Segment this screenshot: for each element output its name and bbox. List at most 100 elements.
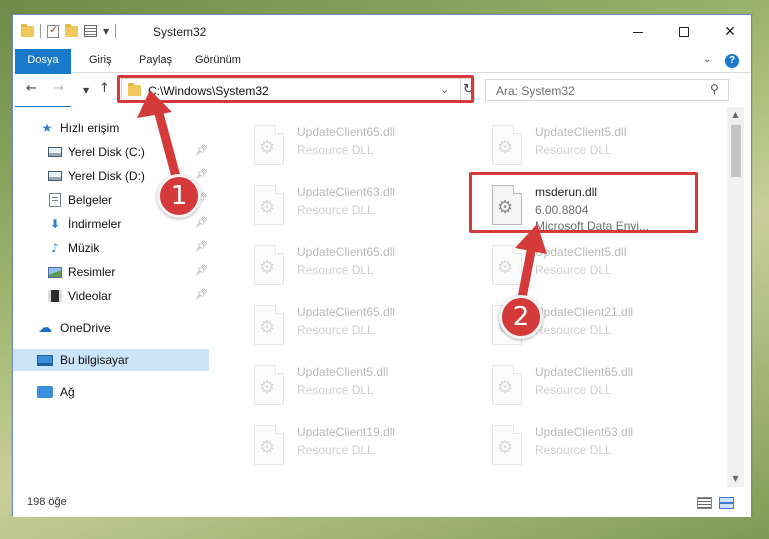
sidebar-item-label: Müzik — [68, 241, 100, 255]
file-item[interactable]: ⚙ UpdateClient65.dll Resource DLL — [473, 361, 703, 419]
customize-toolbar-icon[interactable]: ▼ — [103, 27, 109, 36]
file-type: Resource DLL — [535, 143, 612, 157]
file-list: ⚙ UpdateClient65.dll Resource DLL ⚙ Upda… — [221, 107, 727, 487]
back-arrow-icon[interactable]: ← — [26, 81, 37, 96]
pin-icon[interactable]: 📌︎ — [195, 289, 208, 300]
sidebar-item-videos[interactable]: Videolar 📌︎ — [13, 285, 209, 307]
dll-file-icon: ⚙ — [490, 245, 524, 289]
properties-icon[interactable] — [84, 25, 97, 37]
scroll-up-icon[interactable]: ▲ — [727, 107, 744, 123]
dll-file-icon: ⚙ — [490, 425, 524, 469]
dll-file-icon: ⚙ — [490, 125, 524, 169]
disk-icon — [47, 144, 63, 160]
file-name: UpdateClient21.dll — [535, 305, 634, 319]
minimize-icon — [633, 31, 643, 33]
pin-icon[interactable]: 📌︎ — [195, 217, 208, 228]
file-type: Resource DLL — [297, 203, 374, 217]
item-count: 198 öğe — [27, 496, 67, 508]
file-item[interactable]: ⚙ UpdateClient5.dll Resource DLL — [473, 121, 703, 179]
search-input[interactable]: Ara: System32 — [496, 84, 575, 98]
help-icon[interactable]: ? — [725, 54, 739, 68]
pin-icon[interactable]: 📌︎ — [195, 265, 208, 276]
dll-file-icon: ⚙ — [252, 125, 286, 169]
sidebar-item-label: Resimler — [68, 265, 116, 279]
tab-home[interactable]: Giriş — [77, 49, 124, 72]
pin-icon[interactable]: 📌︎ — [195, 145, 208, 156]
search-box[interactable]: Ara: System32 ⚲ — [485, 79, 729, 101]
pin-icon[interactable]: 📌︎ — [195, 241, 208, 252]
file-type: Resource DLL — [297, 323, 374, 337]
picture-icon — [47, 264, 63, 280]
file-item[interactable]: ⚙ UpdateClient65.dll Resource DLL — [235, 241, 465, 299]
tab-share[interactable]: Paylaş — [127, 49, 184, 72]
search-icon[interactable]: ⚲ — [710, 82, 719, 96]
file-highlight — [469, 172, 698, 233]
file-name: UpdateClient5.dll — [297, 365, 389, 379]
minimize-button[interactable] — [615, 15, 661, 49]
file-name: UpdateClient65.dll — [297, 125, 396, 139]
folder-icon — [21, 23, 34, 37]
document-icon — [47, 192, 63, 208]
star-icon: ★ — [41, 121, 53, 135]
scrollbar-thumb[interactable] — [731, 125, 741, 177]
video-icon — [47, 288, 63, 304]
file-type: Resource DLL — [535, 323, 612, 337]
file-name: UpdateClient65.dll — [535, 365, 634, 379]
sidebar-item-local-disk-c[interactable]: Yerel Disk (C:) 📌︎ — [13, 141, 209, 163]
address-bar-highlight — [117, 75, 474, 103]
sidebar-item-label: İndirmeler — [68, 217, 122, 231]
scroll-down-icon[interactable]: ▼ — [727, 471, 744, 487]
large-icons-view-icon[interactable] — [719, 497, 734, 509]
file-name: UpdateClient19.dll — [297, 425, 396, 439]
up-arrow-icon[interactable]: ↑ — [99, 81, 110, 96]
step-1-badge: 1 — [157, 174, 201, 218]
file-item[interactable]: ⚙ UpdateClient63.dll Resource DLL — [235, 181, 465, 239]
tab-view[interactable]: Görünüm — [183, 49, 253, 72]
pin-icon[interactable]: 📌︎ — [195, 169, 208, 180]
dll-file-icon: ⚙ — [252, 185, 286, 229]
sidebar-item-pictures[interactable]: Resimler 📌︎ — [13, 261, 209, 283]
title-bar: ▼ System32 ✕ — [13, 15, 751, 49]
dll-file-icon: ⚙ — [252, 365, 286, 409]
sidebar-item-label: Ağ — [60, 385, 75, 399]
new-folder-icon[interactable] — [65, 23, 78, 37]
step-2-badge: 2 — [499, 295, 543, 339]
details-view-icon[interactable] — [697, 497, 712, 509]
file-item[interactable]: ⚙ UpdateClient65.dll Resource DLL — [235, 301, 465, 359]
sidebar-item-onedrive[interactable]: ☁ OneDrive — [13, 317, 209, 339]
download-icon: ⬇ — [49, 217, 61, 231]
maximize-button[interactable] — [661, 15, 707, 49]
vertical-scrollbar[interactable]: ▲ ▼ — [727, 107, 744, 487]
file-item[interactable]: ⚙ UpdateClient5.dll Resource DLL — [235, 361, 465, 419]
file-name: UpdateClient65.dll — [297, 305, 396, 319]
file-item[interactable]: ⚙ UpdateClient63.dll Resource DLL — [473, 421, 703, 479]
expand-ribbon-icon[interactable]: ⌄ — [703, 54, 711, 65]
file-name: UpdateClient63.dll — [535, 425, 634, 439]
dll-file-icon: ⚙ — [252, 245, 286, 289]
file-item[interactable]: ⚙ UpdateClient5.dll Resource DLL — [473, 241, 703, 299]
forward-arrow-icon[interactable]: → — [53, 81, 64, 96]
file-type: Resource DLL — [297, 383, 374, 397]
sidebar-item-label: Yerel Disk (D:) — [68, 169, 145, 183]
file-item[interactable]: ⚙ UpdateClient65.dll Resource DLL — [235, 121, 465, 179]
sidebar-item-network[interactable]: Ağ — [13, 381, 209, 403]
recent-locations-icon[interactable]: ▼ — [83, 86, 89, 95]
sidebar-item-quick-access[interactable]: ★ Hızlı erişim — [13, 117, 209, 139]
toolbar-divider — [40, 24, 41, 38]
close-icon: ✕ — [724, 24, 736, 40]
dll-file-icon: ⚙ — [490, 365, 524, 409]
file-name: UpdateClient5.dll — [535, 125, 627, 139]
file-item[interactable]: ⚙ UpdateClient19.dll Resource DLL — [235, 421, 465, 479]
music-icon: ♪ — [51, 241, 59, 255]
file-type: Resource DLL — [535, 443, 612, 457]
quick-access-toolbar: ▼ — [21, 23, 117, 38]
toolbar-divider — [115, 24, 117, 38]
sidebar-item-this-pc[interactable]: Bu bilgisayar — [13, 349, 209, 371]
file-name: UpdateClient5.dll — [535, 245, 627, 259]
sidebar-item-label: Bu bilgisayar — [60, 353, 129, 367]
sidebar-item-label: Videolar — [68, 289, 112, 303]
file-name: UpdateClient63.dll — [297, 185, 396, 199]
properties-check-icon[interactable] — [47, 23, 59, 38]
close-button[interactable]: ✕ — [707, 15, 753, 49]
sidebar-item-music[interactable]: ♪ Müzik 📌︎ — [13, 237, 209, 259]
